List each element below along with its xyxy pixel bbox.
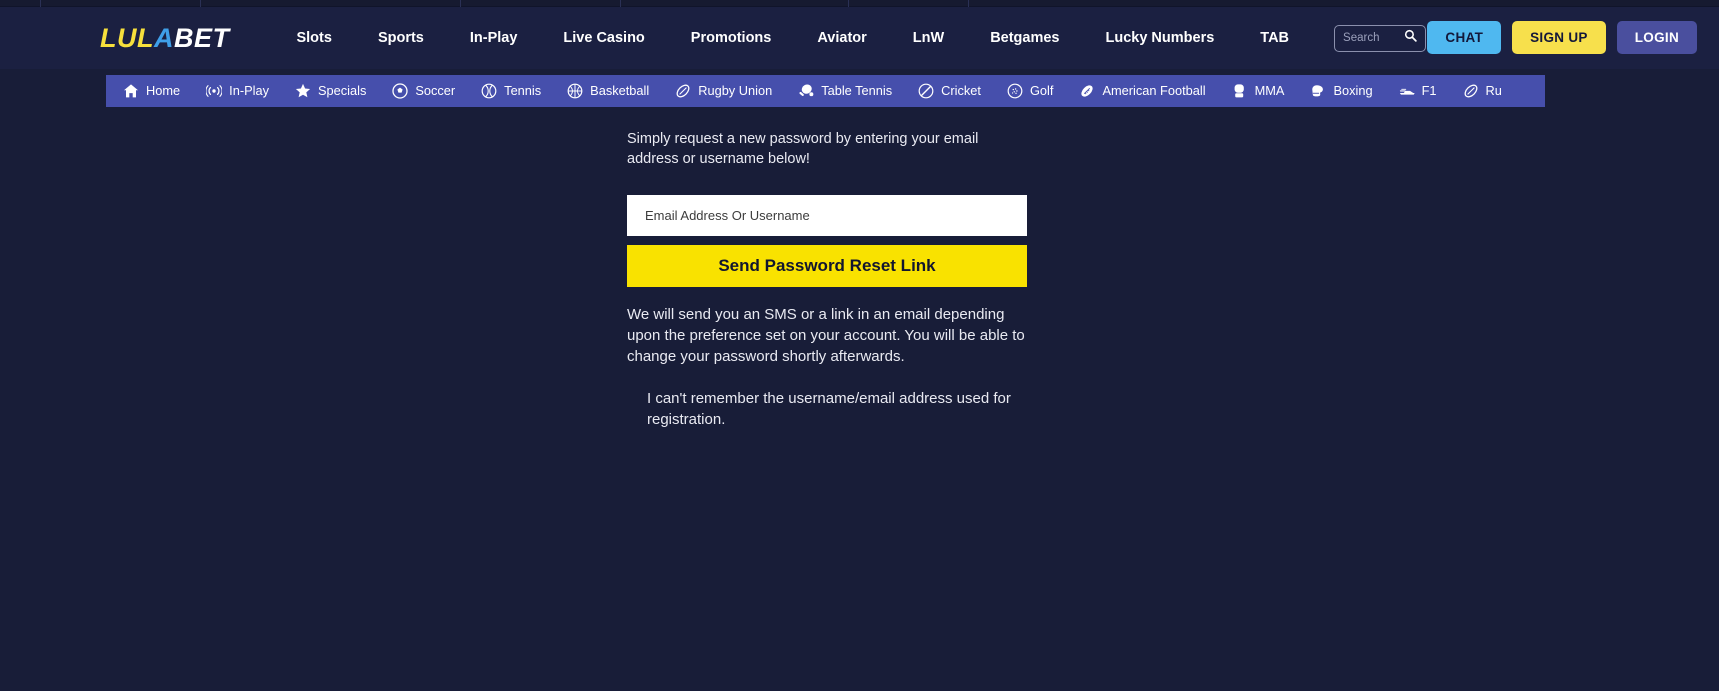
tennis-ball-icon	[481, 83, 497, 99]
home-icon	[123, 83, 139, 99]
subnav-label: MMA	[1254, 82, 1285, 98]
golf-ball-icon	[1007, 83, 1023, 99]
chat-button[interactable]: CHAT	[1427, 21, 1502, 54]
nav-item-live-casino[interactable]: Live Casino	[540, 7, 667, 69]
logo-part-bet: BET	[173, 22, 230, 53]
sports-subnav: Home In-Play Specials Soccer Tennis Bask…	[106, 75, 1719, 107]
subnav-label: In-Play	[229, 82, 269, 98]
subnav-label: Specials	[317, 82, 367, 98]
header-actions: CHAT SIGN UP LOGIN	[1427, 21, 1697, 54]
logo-part-lul: LUL	[100, 22, 154, 53]
browser-chrome-strip	[0, 0, 1719, 7]
subnav-label: Tennis	[504, 82, 542, 98]
site-header: LULABET Slots Sports In-Play Live Casino…	[0, 7, 1719, 69]
subnav-label: Cricket	[941, 82, 981, 98]
cricket-ball-icon	[918, 83, 934, 99]
subnav-item-in-play[interactable]: In-Play	[193, 75, 282, 107]
star-icon	[295, 83, 311, 99]
primary-nav: Slots Sports In-Play Live Casino Promoti…	[273, 7, 1312, 69]
header-search[interactable]: Search	[1334, 24, 1427, 52]
subnav-item-f1[interactable]: F1	[1386, 75, 1450, 107]
subnav-item-mma[interactable]: MMA	[1219, 75, 1298, 107]
subnav-item-rugby-union[interactable]: Rugby Union	[662, 75, 785, 107]
login-button[interactable]: LOGIN	[1616, 21, 1697, 54]
site-logo[interactable]: LULABET	[100, 23, 229, 54]
forgot-username-note-text: I can't remember the username/email addr…	[647, 390, 1011, 428]
subnav-item-table-tennis[interactable]: Table Tennis	[785, 75, 905, 107]
soccer-ball-icon	[392, 83, 408, 99]
subnav-item-golf[interactable]: Golf	[994, 75, 1066, 107]
subnav-label: Ru	[1485, 82, 1502, 98]
intro-text: Simply request a new password by enterin…	[627, 131, 979, 167]
subnav-label: F1	[1421, 82, 1437, 98]
subnav-label: Table Tennis	[821, 82, 893, 98]
subnav-item-soccer[interactable]: Soccer	[379, 75, 468, 107]
nav-item-aviator[interactable]: Aviator	[794, 7, 889, 69]
nav-item-lucky-numbers[interactable]: Lucky Numbers	[1083, 7, 1238, 69]
rugby-ball-icon	[1463, 83, 1479, 99]
nav-item-betgames[interactable]: Betgames	[967, 7, 1082, 69]
nav-item-lnw[interactable]: LnW	[890, 7, 967, 69]
subnav-item-home[interactable]: Home	[110, 75, 193, 107]
subnav-item-american-football[interactable]: American Football	[1066, 75, 1218, 107]
search-icon[interactable]	[1404, 29, 1417, 47]
nav-item-sports[interactable]: Sports	[355, 7, 447, 69]
subnav-label: Rugby Union	[698, 82, 773, 98]
nav-item-tab[interactable]: TAB	[1237, 7, 1312, 69]
nav-item-slots[interactable]: Slots	[273, 7, 354, 69]
subnav-item-rugby-league[interactable]: Ru	[1450, 75, 1515, 107]
logo-part-a: A	[153, 22, 174, 53]
basketball-icon	[567, 83, 583, 99]
signup-button[interactable]: SIGN UP	[1512, 21, 1606, 54]
subnav-item-cricket[interactable]: Cricket	[905, 75, 994, 107]
email-or-username-input[interactable]	[627, 195, 1027, 236]
boxing-glove-icon	[1310, 83, 1326, 99]
subnav-label: Boxing	[1333, 82, 1373, 98]
american-football-icon	[1079, 83, 1095, 99]
page-root: LULABET Slots Sports In-Play Live Casino…	[0, 0, 1719, 691]
main-content: Simply request a new password by enterin…	[0, 107, 1719, 691]
nav-item-promotions[interactable]: Promotions	[668, 7, 795, 69]
table-tennis-paddle-icon	[798, 83, 814, 99]
subnav-item-boxing[interactable]: Boxing	[1297, 75, 1385, 107]
racing-car-icon	[1399, 83, 1415, 99]
send-password-reset-link-button[interactable]: Send Password Reset Link	[627, 245, 1027, 287]
subnav-item-tennis[interactable]: Tennis	[468, 75, 554, 107]
subnav-label: Home	[146, 82, 181, 98]
delivery-note-text: We will send you an SMS or a link in an …	[627, 306, 1025, 365]
subnav-item-basketball[interactable]: Basketball	[554, 75, 662, 107]
broadcast-icon	[206, 83, 223, 99]
subnav-item-specials[interactable]: Specials	[282, 75, 379, 107]
rugby-ball-icon	[675, 83, 691, 99]
subnav-label: Basketball	[590, 82, 650, 98]
subnav-label: Soccer	[415, 82, 456, 98]
nav-item-in-play[interactable]: In-Play	[447, 7, 541, 69]
subnav-label: Golf	[1029, 82, 1054, 98]
subnav-right-cutoff	[1545, 75, 1719, 107]
mma-glove-icon	[1232, 83, 1248, 99]
search-placeholder-text: Search	[1343, 32, 1380, 44]
subnav-label: American Football	[1102, 82, 1206, 98]
password-reset-form: Simply request a new password by enterin…	[627, 130, 1027, 430]
